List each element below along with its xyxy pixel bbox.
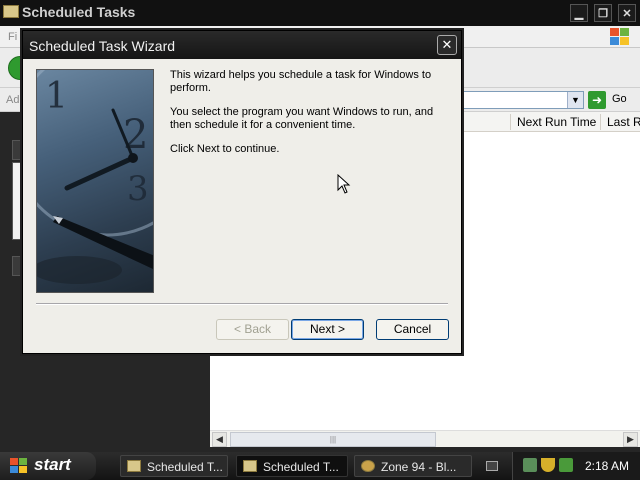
minimize-button[interactable]: ▁: [570, 4, 588, 22]
taskbar-item-label: Zone 94 - Bl...: [381, 460, 457, 474]
column-last-run-time[interactable]: Last Ru: [600, 114, 640, 130]
cancel-button[interactable]: Cancel: [376, 319, 449, 340]
explorer-title-bar: Scheduled Tasks ▁ ❐ ✕: [0, 0, 640, 26]
windows-flag-icon: [10, 458, 28, 474]
wizard-title-bar: Scheduled Task Wizard ✕: [23, 31, 461, 59]
menu-file[interactable]: Fi: [8, 31, 17, 43]
network-icon[interactable]: [523, 458, 537, 472]
restore-button[interactable]: ❐: [594, 4, 612, 22]
svg-text:3: 3: [127, 169, 149, 209]
close-button[interactable]: ✕: [437, 35, 457, 55]
mouse-cursor-icon: [337, 174, 351, 194]
taskbar-item-zone-94[interactable]: Zone 94 - Bl...: [354, 455, 472, 477]
scroll-right-icon[interactable]: ▶: [623, 432, 638, 447]
wizard-continue-text: Click Next to continue.: [170, 143, 280, 155]
address-input[interactable]: ▼: [460, 91, 584, 109]
folder-icon: [3, 5, 19, 18]
column-next-run-time[interactable]: Next Run Time: [510, 114, 600, 130]
explorer-title: Scheduled Tasks: [22, 4, 136, 20]
horizontal-scrollbar[interactable]: ◀ ||| ▶: [210, 430, 640, 447]
back-button[interactable]: < Back: [216, 319, 289, 340]
taskbar-item-scheduled-tasks-active[interactable]: Scheduled T...: [236, 455, 348, 477]
wizard-intro-text: This wizard helps you schedule a task fo…: [170, 69, 432, 94]
browser-icon: [361, 460, 375, 472]
clock-pen-illustration: 1 2 3: [37, 70, 153, 284]
chevron-down-icon[interactable]: ▼: [567, 92, 583, 108]
folder-icon: [243, 460, 257, 472]
scroll-left-icon[interactable]: ◀: [212, 432, 227, 447]
wizard-description: This wizard helps you schedule a task fo…: [170, 69, 440, 167]
system-tray: 2:18 AM: [512, 452, 640, 480]
next-button[interactable]: Next >: [291, 319, 364, 340]
explorer-close-button[interactable]: ✕: [618, 4, 636, 22]
go-button[interactable]: ➜ Go: [588, 91, 636, 109]
go-arrow-icon: ➜: [588, 91, 606, 109]
keyboard-icon[interactable]: [486, 461, 498, 471]
svg-text:2: 2: [123, 112, 148, 158]
taskbar-item-label: Scheduled T...: [147, 460, 223, 474]
taskbar: start Scheduled T... Scheduled T... Zone…: [0, 452, 640, 480]
scheduled-tasks-icon: [127, 460, 141, 472]
svg-text:1: 1: [45, 76, 68, 117]
taskbar-item-scheduled-tasks[interactable]: Scheduled T...: [120, 455, 228, 477]
security-shield-icon[interactable]: [541, 458, 555, 472]
wizard-detail-text: You select the program you want Windows …: [170, 106, 434, 131]
divider: [36, 303, 448, 305]
go-label: Go: [612, 93, 627, 105]
taskbar-item-label: Scheduled T...: [263, 460, 339, 474]
start-button[interactable]: start: [0, 452, 96, 480]
windows-logo-icon: [610, 28, 630, 46]
start-label: start: [34, 455, 71, 474]
clock[interactable]: 2:18 AM: [585, 459, 629, 473]
wizard-clock-pen-image: 1 2 3: [36, 69, 154, 293]
scroll-thumb[interactable]: |||: [230, 432, 436, 447]
wizard-title: Scheduled Task Wizard: [29, 38, 176, 54]
scheduled-task-wizard-dialog: Scheduled Task Wizard ✕ 1 2 3 This wizar…: [22, 30, 462, 354]
update-icon[interactable]: [559, 458, 573, 472]
